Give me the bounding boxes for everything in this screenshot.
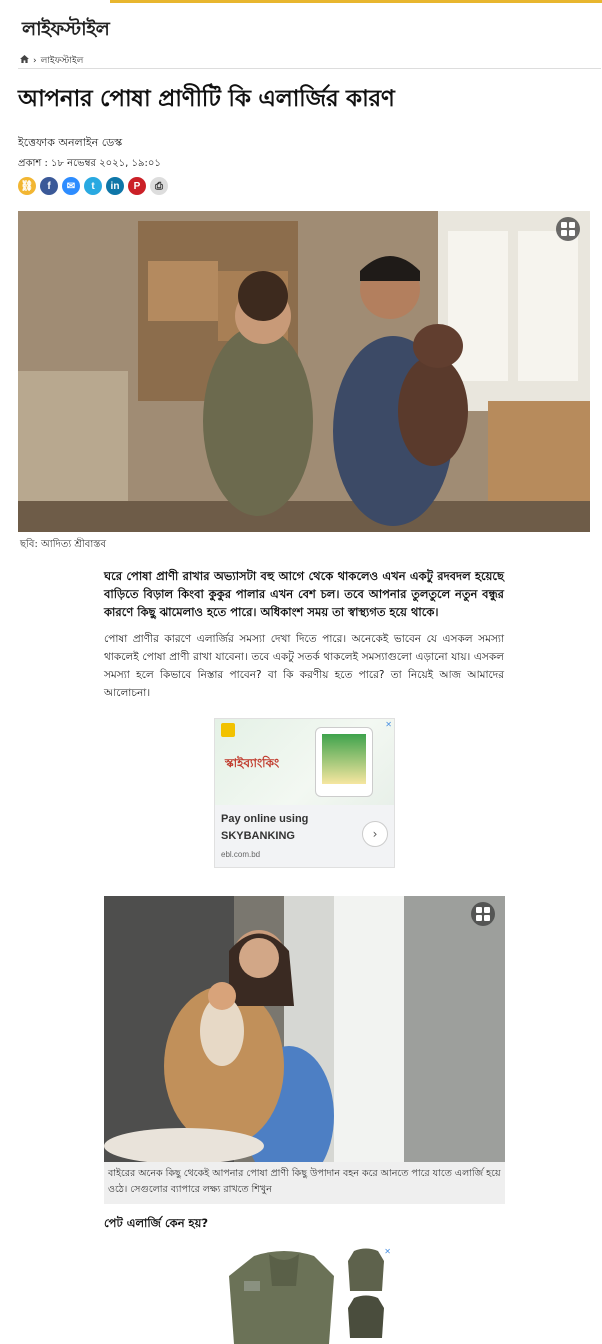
published-date: প্রকাশ : ১৮ নভেম্বর ২০২১, ১৯:০১ [18,158,161,169]
image-caption: বাইরের অনেক কিছু থেকেই আপনার পোষা প্রাণী… [104,1162,505,1204]
section-title[interactable]: লাইফস্টাইল [22,15,110,47]
article-paragraph: পোষা প্রাণীর কারণে এলার্জির সমস্যা দেখা … [104,633,504,699]
article-image-main[interactable] [18,211,590,532]
pinterest-icon[interactable]: P [128,177,146,195]
ad-banner-text: স্কাইব্যাংকিং [225,756,280,770]
divider [18,68,601,69]
breadcrumb-current[interactable]: লাইফস্টাইল [41,53,84,68]
top-ad-strip [110,0,602,3]
advertisement-skybanking[interactable]: স্কাইব্যাংকিং ✕ Pay online using SKYBANK… [214,718,395,868]
article-lead: ঘরে পোষা প্রাণী রাখার অভ্যাসটা বহু আগে থ… [104,569,504,619]
advertisement-apparel[interactable]: ✕ [214,1246,393,1344]
linkedin-icon[interactable]: in [106,177,124,195]
twitter-icon[interactable]: t [84,177,102,195]
gallery-icon[interactable] [556,217,580,241]
section-subheading: পেট এলার্জি কেন হয়? [104,1216,209,1230]
close-icon[interactable]: ✕ [385,720,392,729]
image-caption: ছবি: আদিত্য শ্রীবাস্তব [20,539,107,550]
messenger-icon[interactable]: ✉ [62,177,80,195]
facebook-icon[interactable]: f [40,177,58,195]
breadcrumb-separator: › [33,55,37,66]
article-image-secondary[interactable] [104,896,505,1162]
ad-cta-line2: SKYBANKING [221,830,295,842]
ad-cta-line1: Pay online using [221,813,309,825]
chevron-right-icon[interactable]: › [362,821,388,847]
article-headline: আপনার পোষা প্রাণীটি কি এলার্জির কারণ [18,86,395,112]
close-icon[interactable]: ✕ [384,1247,391,1256]
ad-banner: স্কাইব্যাংকিং ✕ [215,719,394,805]
ad-cta[interactable]: Pay online using SKYBANKING ebl.com.bd › [215,805,394,867]
gallery-icon[interactable] [471,902,495,926]
ad-logo [221,723,235,737]
breadcrumb: › লাইফস্টাইল [20,53,83,68]
copy-link-icon[interactable]: ⛓ [18,177,36,195]
ad-domain: ebl.com.bd [221,850,261,859]
home-icon[interactable] [20,55,29,66]
share-bar: ⛓ f ✉ t in P ⎙ [18,177,168,195]
phone-graphic [315,727,373,797]
print-icon[interactable]: ⎙ [150,177,168,195]
article-author[interactable]: ইত্তেফাক অনলাইন ডেস্ক [18,134,122,153]
